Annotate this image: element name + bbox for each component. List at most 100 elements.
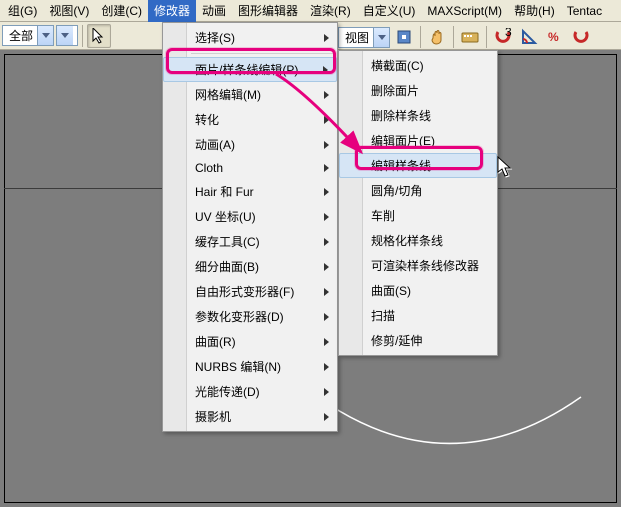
percent-snap-toggle[interactable]: % xyxy=(543,25,567,49)
submenu-item[interactable]: 删除面片 xyxy=(339,78,497,103)
menu-item-label: Cloth xyxy=(195,161,223,175)
modifier-menu-item[interactable]: 曲面(R) xyxy=(163,329,337,354)
modifier-menu-item[interactable]: 动画(A) xyxy=(163,132,337,157)
svg-text:3: 3 xyxy=(505,28,512,39)
menu-modifiers[interactable]: 修改器 xyxy=(148,0,196,22)
menu-item-label: 规格化样条线 xyxy=(371,232,443,249)
cursor-arrow-icon xyxy=(92,28,106,44)
snap-toggle[interactable]: 3 xyxy=(491,25,515,49)
submenu-item[interactable]: 可渲染样条线修改器 xyxy=(339,253,497,278)
submenu-arrow-icon xyxy=(324,164,329,172)
reference-coord-value: 视图 xyxy=(339,29,373,46)
submenu-arrow-icon xyxy=(324,288,329,296)
submenu-arrow-icon xyxy=(324,238,329,246)
menu-item-label: 可渲染样条线修改器 xyxy=(371,257,479,274)
snap-3d-icon: 3 xyxy=(494,28,512,46)
menu-item-label: 编辑样条线 xyxy=(371,157,431,174)
chevron-down-icon xyxy=(57,26,73,45)
menu-group[interactable]: 组(G) xyxy=(2,0,43,22)
menu-separator xyxy=(191,53,335,54)
select-manipulate-button[interactable] xyxy=(425,25,449,49)
menu-item-label: 光能传递(D) xyxy=(195,383,260,400)
submenu-item[interactable]: 圆角/切角 xyxy=(339,178,497,203)
menu-item-label: NURBS 编辑(N) xyxy=(195,358,281,375)
modifier-menu-item[interactable]: Cloth xyxy=(163,157,337,179)
toolbar-separator xyxy=(420,26,421,48)
modifier-menu-item[interactable]: Hair 和 Fur xyxy=(163,179,337,204)
select-object-button[interactable] xyxy=(87,24,111,48)
submenu-arrow-icon xyxy=(324,116,329,124)
submenu-arrow-icon xyxy=(324,263,329,271)
menu-item-label: 网格编辑(M) xyxy=(195,86,261,103)
menu-maxscript[interactable]: MAXScript(M) xyxy=(421,1,508,21)
modifier-menu-item[interactable]: 自由形式变形器(F) xyxy=(163,279,337,304)
modifier-menu-item[interactable]: 选择(S) xyxy=(163,25,337,50)
toolbar-separator xyxy=(453,26,454,48)
modifier-menu-item[interactable]: NURBS 编辑(N) xyxy=(163,354,337,379)
menu-animation[interactable]: 动画 xyxy=(196,0,232,22)
menu-customize[interactable]: 自定义(U) xyxy=(357,0,422,22)
menu-view[interactable]: 视图(V) xyxy=(43,0,95,22)
submenu-item[interactable]: 编辑样条线 xyxy=(339,153,497,178)
percent-snap-icon: % xyxy=(546,28,564,46)
submenu-item[interactable]: 曲面(S) xyxy=(339,278,497,303)
pivot-icon xyxy=(396,29,412,45)
use-center-button[interactable] xyxy=(392,25,416,49)
modifier-menu-item[interactable]: 细分曲面(B) xyxy=(163,254,337,279)
submenu-arrow-icon xyxy=(324,338,329,346)
menu-item-label: 曲面(S) xyxy=(371,282,411,299)
modifiers-menu-popup: 选择(S) 面片/样条线编辑(P) 网格编辑(M) 转化动画(A) Cloth Hair … xyxy=(162,22,338,432)
named-selection-combo[interactable] xyxy=(56,25,78,46)
menu-item-label: 扫描 xyxy=(371,307,395,324)
modifier-menu-item[interactable]: 网格编辑(M) xyxy=(163,82,337,107)
menu-item-label: 编辑面片(E) xyxy=(371,132,435,149)
modifier-menu-item[interactable]: 面片/样条线编辑(P) xyxy=(163,57,337,82)
submenu-item[interactable]: 删除样条线 xyxy=(339,103,497,128)
menu-grapheditors[interactable]: 图形编辑器 xyxy=(232,0,304,22)
modifier-menu-item[interactable]: 摄影机 xyxy=(163,404,337,429)
selection-filter-combo[interactable]: 全部 xyxy=(2,25,54,46)
keyboard-shortcut-toggle[interactable] xyxy=(458,25,482,49)
modifier-menu-item[interactable]: UV 坐标(U) xyxy=(163,204,337,229)
submenu-item[interactable]: 编辑面片(E) xyxy=(339,128,497,153)
menu-rendering[interactable]: 渲染(R) xyxy=(304,0,357,22)
submenu-item[interactable]: 规格化样条线 xyxy=(339,228,497,253)
menu-item-label: 选择(S) xyxy=(195,29,235,46)
menu-create[interactable]: 创建(C) xyxy=(95,0,148,22)
menu-item-label: 面片/样条线编辑(P) xyxy=(195,61,298,78)
menu-item-label: 参数化变形器(D) xyxy=(195,308,284,325)
menu-item-label: 细分曲面(B) xyxy=(195,258,259,275)
menu-help[interactable]: 帮助(H) xyxy=(508,0,561,22)
chevron-down-icon xyxy=(37,26,53,45)
submenu-arrow-icon xyxy=(324,213,329,221)
menu-item-label: 自由形式变形器(F) xyxy=(195,283,294,300)
menu-tentacles[interactable]: Tentac xyxy=(561,1,608,21)
submenu-arrow-icon xyxy=(324,313,329,321)
patch-spline-submenu-popup: 横截面(C) 删除面片删除样条线编辑面片(E) 编辑样条线圆角/切角车削规格化样条线… xyxy=(338,50,498,356)
modifier-menu-item[interactable]: 光能传递(D) xyxy=(163,379,337,404)
menu-item-label: 动画(A) xyxy=(195,136,235,153)
menu-item-label: 摄影机 xyxy=(195,408,231,425)
submenu-arrow-icon xyxy=(324,388,329,396)
modifier-menu-item[interactable]: 缓存工具(C) xyxy=(163,229,337,254)
submenu-item[interactable]: 修剪/延伸 xyxy=(339,328,497,353)
angle-snap-icon xyxy=(520,28,538,46)
submenu-item[interactable]: 横截面(C) xyxy=(339,53,497,78)
spinner-snap-toggle[interactable] xyxy=(569,25,593,49)
submenu-arrow-icon xyxy=(324,363,329,371)
reference-coord-combo[interactable]: 视图 xyxy=(338,27,390,48)
submenu-item[interactable]: 车削 xyxy=(339,203,497,228)
submenu-item[interactable]: 扫描 xyxy=(339,303,497,328)
modifier-menu-item[interactable]: 转化 xyxy=(163,107,337,132)
menu-item-label: 删除样条线 xyxy=(371,107,431,124)
submenu-arrow-icon xyxy=(324,34,329,42)
modifier-menu-item[interactable]: 参数化变形器(D) xyxy=(163,304,337,329)
submenu-arrow-icon xyxy=(324,141,329,149)
menu-item-label: 转化 xyxy=(195,111,219,128)
menu-item-label: 缓存工具(C) xyxy=(195,233,260,250)
keyboard-icon xyxy=(461,30,479,44)
menu-item-label: 删除面片 xyxy=(371,82,419,99)
chevron-down-icon xyxy=(373,28,389,47)
angle-snap-toggle[interactable] xyxy=(517,25,541,49)
selection-filter-value: 全部 xyxy=(3,27,37,44)
